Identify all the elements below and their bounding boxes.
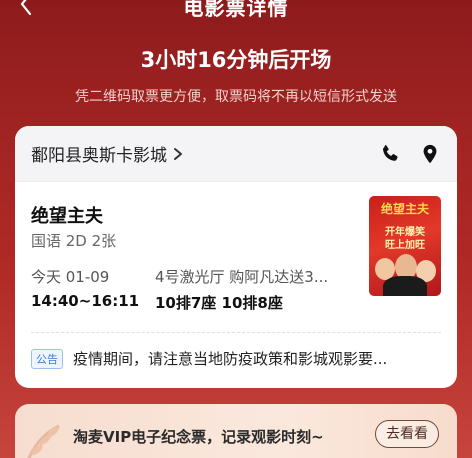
ticket-card: 鄱阳县奥斯卡影城 绝望主夫 国语 2D 2张 绝望主夫 开年爆笑 旺上加旺 今天… xyxy=(15,126,457,388)
notice-badge: 公告 xyxy=(31,348,63,369)
show-time: 14:40~16:11 xyxy=(31,292,140,310)
cinema-row[interactable]: 鄱阳县奥斯卡影城 xyxy=(15,126,457,182)
vip-souvenir-banner[interactable]: 淘麦VIP电子纪念票，记录观影时刻~ 去看看 xyxy=(15,404,457,458)
poster-slogan-1: 开年爆笑 xyxy=(385,227,425,238)
notice-text[interactable]: 疫情期间，请注意当地防疫政策和影城观影要... xyxy=(73,348,387,369)
banner-text: 淘麦VIP电子纪念票，记录观影时刻~ xyxy=(73,428,324,446)
movie-poster[interactable]: 绝望主夫 开年爆笑 旺上加旺 xyxy=(369,196,441,296)
divider xyxy=(31,332,441,333)
location-pin-icon[interactable] xyxy=(419,143,441,165)
phone-icon[interactable] xyxy=(379,143,401,165)
hall-info: 4号激光厅 购阿凡达送3... xyxy=(155,268,329,286)
movie-meta: 国语 2D 2张 xyxy=(31,232,117,250)
chevron-right-icon xyxy=(174,147,182,160)
showtime-countdown: 3小时16分钟后开场 xyxy=(140,48,332,72)
cinema-name[interactable]: 鄱阳县奥斯卡影城 xyxy=(31,141,167,166)
ticket-code-note: 凭二维码取票更方便，取票码将不再以短信形式发送 xyxy=(75,89,397,105)
poster-title: 绝望主夫 xyxy=(380,202,429,216)
page-title: 电影票详情 xyxy=(183,0,289,20)
seat-info: 10排7座 10排8座 xyxy=(155,294,283,312)
notice-row[interactable]: 公告 疫情期间，请注意当地防疫政策和影城观影要... xyxy=(31,348,441,369)
poster-figures xyxy=(383,276,427,296)
show-date: 今天 01-09 xyxy=(31,268,110,286)
movie-title: 绝望主夫 xyxy=(31,206,103,227)
poster-slogan-2: 旺上加旺 xyxy=(385,240,425,251)
view-button[interactable]: 去看看 xyxy=(375,420,439,448)
